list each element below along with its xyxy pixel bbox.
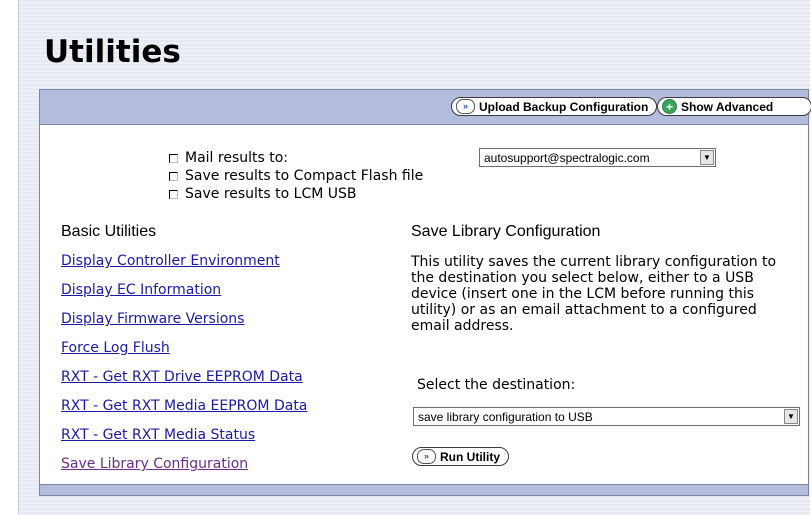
- mail-recipient-select[interactable]: autosupport@spectralogic.com ▼: [479, 148, 716, 167]
- link-rxt-drive-eeprom[interactable]: RXT - Get RXT Drive EEPROM Data: [61, 369, 303, 385]
- dropdown-arrow-icon[interactable]: ▼: [784, 409, 798, 424]
- link-display-firmware-versions[interactable]: Display Firmware Versions: [61, 311, 244, 327]
- save-cf-label: Save results to Compact Flash file: [185, 168, 424, 184]
- save-usb-checkbox[interactable]: [169, 189, 178, 199]
- destination-label: Select the destination:: [417, 377, 576, 393]
- upload-backup-configuration-button[interactable]: » Upload Backup Configuration: [451, 97, 658, 116]
- double-chevron-right-icon: »: [456, 99, 475, 114]
- save-cf-option[interactable]: Save results to Compact Flash file: [169, 168, 423, 184]
- mail-results-checkbox[interactable]: [169, 153, 178, 163]
- utilities-panel: » Upload Backup Configuration + Show Adv…: [39, 89, 811, 496]
- double-chevron-right-icon: »: [417, 449, 436, 464]
- destination-select[interactable]: save library configuration to USB ▼: [413, 407, 800, 426]
- mail-results-option[interactable]: Mail results to:: [169, 150, 288, 166]
- mail-results-label: Mail results to:: [185, 150, 289, 166]
- run-utility-label: Run Utility: [440, 449, 500, 464]
- utility-description: This utility saves the current library c…: [411, 254, 777, 334]
- save-usb-label: Save results to LCM USB: [185, 186, 357, 202]
- dropdown-arrow-icon[interactable]: ▼: [700, 150, 714, 165]
- mail-recipient-value: autosupport@spectralogic.com: [484, 150, 650, 165]
- link-force-log-flush[interactable]: Force Log Flush: [61, 340, 170, 356]
- link-rxt-media-eeprom[interactable]: RXT - Get RXT Media EEPROM Data: [61, 398, 307, 414]
- save-cf-checkbox[interactable]: [169, 171, 178, 181]
- save-usb-option[interactable]: Save results to LCM USB: [169, 186, 357, 202]
- show-advanced-button[interactable]: + Show Advanced: [657, 97, 811, 116]
- run-utility-button[interactable]: » Run Utility: [412, 447, 509, 466]
- link-rxt-media-status[interactable]: RXT - Get RXT Media Status: [61, 427, 255, 443]
- upload-backup-configuration-label: Upload Backup Configuration: [479, 99, 649, 114]
- plus-circle-icon: +: [662, 99, 677, 114]
- show-advanced-label: Show Advanced: [681, 99, 774, 114]
- link-display-ec-information[interactable]: Display EC Information: [61, 282, 221, 298]
- page-title: Utilities: [44, 34, 181, 70]
- panel-footer-bar: [40, 484, 808, 495]
- utility-detail-heading: Save Library Configuration: [411, 223, 601, 240]
- toolbar: » Upload Backup Configuration + Show Adv…: [40, 90, 811, 125]
- link-save-library-configuration[interactable]: Save Library Configuration: [61, 456, 248, 472]
- destination-value: save library configuration to USB: [418, 409, 593, 424]
- page-background: Utilities » Upload Backup Configuration …: [18, 0, 811, 515]
- link-display-controller-environment[interactable]: Display Controller Environment: [61, 253, 280, 269]
- basic-utilities-heading: Basic Utilities: [61, 223, 157, 240]
